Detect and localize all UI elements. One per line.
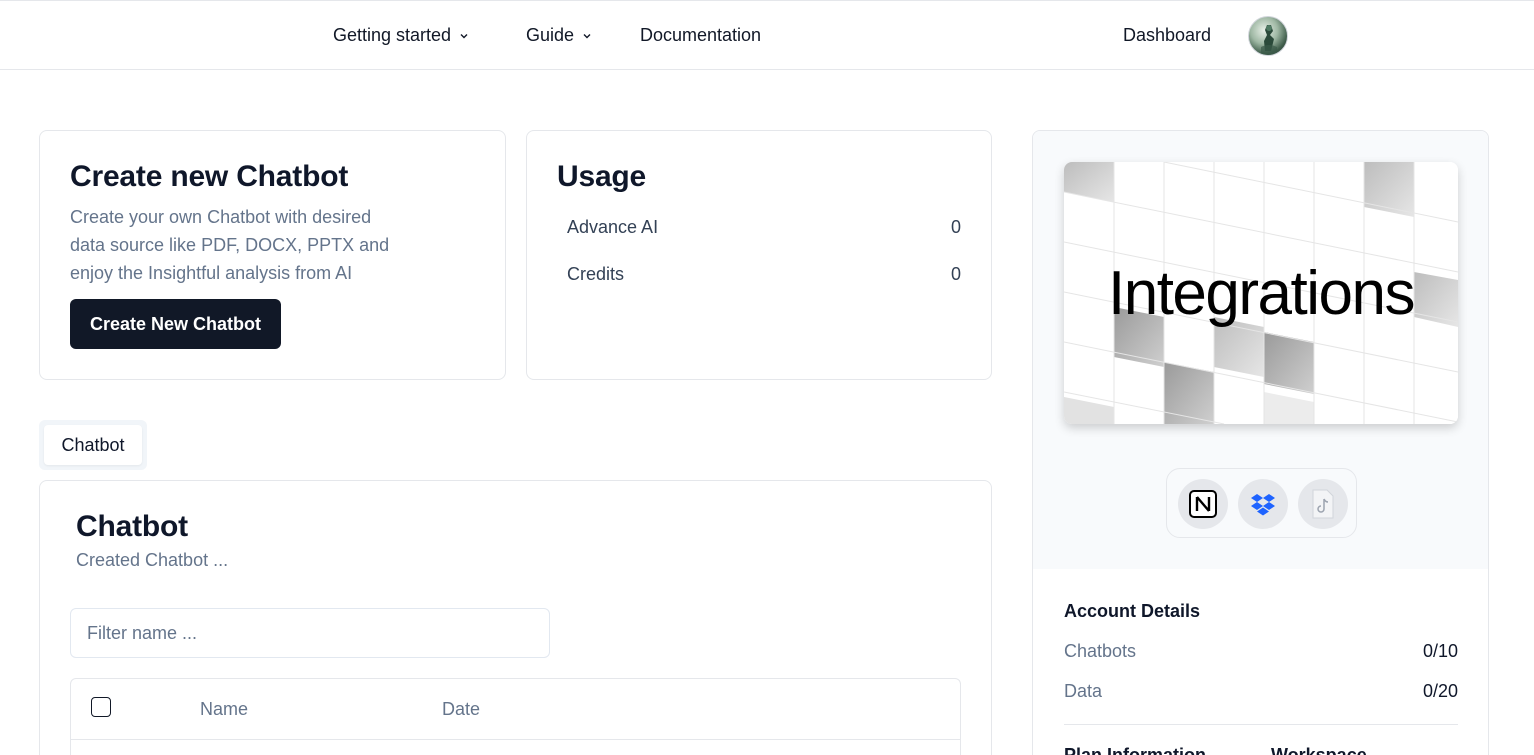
chevron-down-icon	[583, 33, 591, 38]
description-line: enjoy the Insightful analysis from AI	[70, 263, 353, 283]
nav-getting-started-label: Getting started	[333, 25, 452, 45]
dropbox-icon[interactable]	[1238, 479, 1288, 529]
account-row-data: Data 0/20	[1064, 681, 1458, 702]
chatbot-table: Name Date	[70, 678, 961, 755]
account-row-chatbots: Chatbots 0/10	[1064, 641, 1458, 662]
nav-getting-started[interactable]: Getting started	[333, 25, 469, 46]
create-chatbot-title: Create new Chatbot	[70, 160, 349, 193]
chatbot-panel: Chatbot Created Chatbot ... Name Date	[39, 480, 992, 755]
tiktok-icon[interactable]	[1298, 479, 1348, 529]
nav-documentation[interactable]: Documentation	[640, 25, 761, 46]
avatar-image-icon	[1261, 25, 1277, 55]
chatbot-panel-title: Chatbot	[76, 510, 188, 543]
notion-logo-icon	[1189, 490, 1217, 518]
create-chatbot-description: Create your own Chatbot with desired dat…	[70, 203, 389, 287]
nav-documentation-label: Documentation	[640, 25, 762, 45]
usage-card: Usage Advance AI 0 Credits 0	[526, 130, 992, 380]
integrations-section: Integrations	[1033, 131, 1488, 569]
notion-icon[interactable]	[1178, 479, 1228, 529]
top-navigation: Getting started Guide Documentation Dash…	[0, 0, 1534, 70]
nav-dashboard-label: Dashboard	[1123, 25, 1212, 45]
document-music-icon	[1312, 489, 1334, 519]
nav-dashboard[interactable]: Dashboard	[1123, 25, 1211, 46]
usage-title: Usage	[557, 160, 647, 193]
usage-label: Advance AI	[567, 217, 659, 237]
column-header-name[interactable]: Name	[200, 699, 248, 720]
tabs-list: Chatbot	[39, 420, 147, 470]
nav-guide-label: Guide	[526, 25, 575, 45]
chatbot-panel-subtitle: Created Chatbot ...	[76, 550, 229, 570]
table-header-row: Name Date	[71, 679, 960, 740]
user-avatar[interactable]	[1248, 16, 1288, 56]
description-line: Create your own Chatbot with desired	[70, 207, 372, 227]
tab-chatbot[interactable]: Chatbot	[44, 425, 142, 465]
account-label: Chatbots	[1064, 641, 1137, 661]
create-chatbot-card: Create new Chatbot Create your own Chatb…	[39, 130, 506, 380]
description-line: data source like PDF, DOCX, PPTX and	[70, 235, 390, 255]
plan-information-heading: Plan Information	[1064, 745, 1207, 755]
nav-guide[interactable]: Guide	[526, 25, 592, 46]
account-label: Data	[1064, 681, 1103, 701]
account-value: 0/10	[1422, 641, 1458, 661]
usage-row-advance-ai: Advance AI 0	[567, 217, 961, 238]
account-value: 0/20	[1422, 681, 1458, 701]
create-new-chatbot-button[interactable]: Create New Chatbot	[70, 299, 281, 349]
integrations-banner: Integrations	[1064, 162, 1458, 424]
select-all-checkbox[interactable]	[91, 697, 111, 717]
integrations-account-card: Integrations Account Details Chatbots 0/…	[1032, 130, 1489, 755]
usage-value: 0	[950, 217, 961, 237]
integrations-banner-text: Integrations	[1108, 258, 1416, 328]
column-header-date[interactable]: Date	[442, 699, 480, 720]
dropbox-logo-icon	[1251, 494, 1275, 516]
usage-label: Credits	[567, 264, 625, 284]
usage-row-credits: Credits 0	[567, 264, 961, 285]
account-divider	[1064, 724, 1458, 725]
usage-value: 0	[950, 264, 961, 284]
workspace-heading: Workspace	[1271, 745, 1367, 755]
chevron-down-icon	[460, 33, 468, 38]
integration-icons	[1166, 468, 1357, 538]
filter-name-input[interactable]	[70, 608, 550, 658]
account-details-title: Account Details	[1064, 601, 1201, 621]
